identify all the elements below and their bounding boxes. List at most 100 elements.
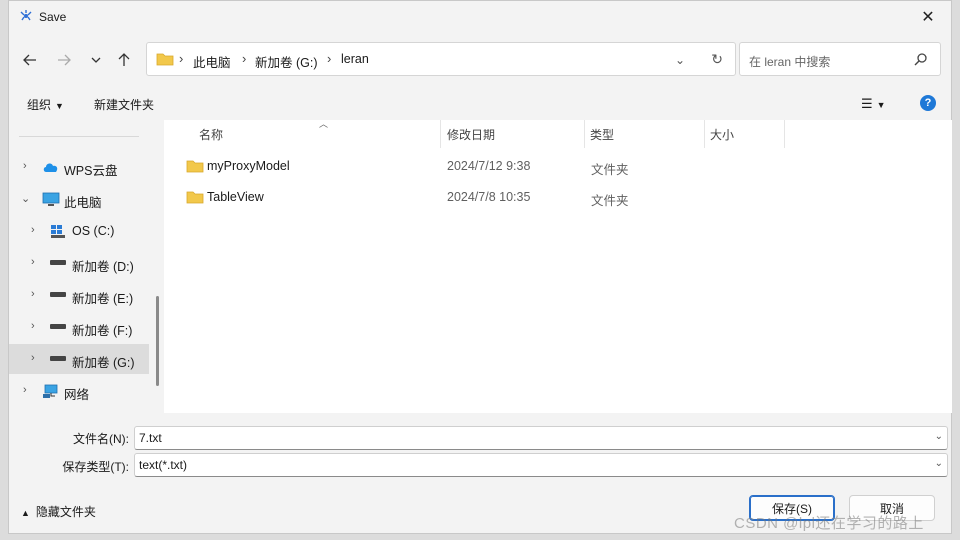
column-separator[interactable] [440,120,441,148]
arrow-left-icon [23,54,36,66]
forward-button[interactable] [51,47,77,73]
search-box[interactable]: 在 leran 中搜索 [739,42,941,76]
sort-ascending-icon: ︿ [319,119,329,129]
search-icon [914,53,927,66]
nav-item-network[interactable]: › 网络 [9,376,149,406]
nav-item-wps-cloud[interactable]: › WPS云盘 [9,152,149,182]
computer-icon [42,192,60,206]
new-folder-button[interactable]: 新建文件夹 [94,96,154,113]
folder-icon [186,160,204,173]
chevron-down-icon[interactable]: ⌄ [935,431,943,442]
filename-value[interactable]: 7.txt [139,431,162,445]
chevron-right-icon[interactable]: › [31,320,35,332]
app-icon [20,10,32,21]
wps-cloud-icon [43,163,58,172]
nav-label: OS (C:) [72,224,115,238]
filename-label: 文件名(N): [73,432,129,446]
caret-down-icon: ▼ [876,100,886,110]
close-icon: ✕ [921,9,935,26]
refresh-icon[interactable]: ↻ [711,51,723,68]
column-header-size[interactable]: 大小 [710,126,734,143]
breadcrumb-leran[interactable]: leran [341,52,369,66]
chevron-right-icon[interactable]: › [31,288,35,300]
chevron-right-icon[interactable]: › [31,352,35,364]
chevron-right-icon[interactable]: › [23,384,27,396]
chevron-right-icon: › [179,51,184,66]
file-modified: 2024/7/8 10:35 [447,190,531,204]
nav-label: 新加卷 (F:) [72,324,133,338]
chevron-down-icon[interactable]: ⌄ [935,458,943,469]
view-options-button[interactable]: ☰ ▼ [861,96,886,112]
chevron-down-icon [91,57,101,63]
windows-drive-icon [51,225,65,238]
organize-button[interactable]: 组织 ▼ [27,96,64,113]
hide-folders-toggle[interactable]: ▲ 隐藏文件夹 [21,503,96,520]
folder-icon [186,191,204,204]
nav-item-drive-e[interactable]: › 新加卷 (E:) [9,280,149,310]
nav-item-drive-f[interactable]: › 新加卷 (F:) [9,312,149,342]
watermark-text: CSDN @lpl还在学习的路上 [734,515,924,532]
arrow-up-icon [118,53,130,66]
nav-label: 新加卷 (E:) [72,292,134,306]
drive-icon [50,292,66,297]
address-bar[interactable]: › 此电脑 › 新加卷 (G:) › leran ⌄ ↻ [146,42,736,76]
file-name: myProxyModel [207,159,290,173]
breadcrumb-drive-g[interactable]: 新加卷 (G:) [255,52,318,71]
nav-label: 新加卷 (G:) [72,356,135,370]
up-button[interactable] [111,47,137,73]
nav-item-this-pc[interactable]: ⌄ 此电脑 [9,184,149,214]
column-header-name[interactable]: 名称 [199,126,223,143]
command-bar: 组织 ▼ 新建文件夹 ☰ ▼ [9,88,951,120]
table-row[interactable]: myProxyModel 2024/7/12 9:38 文件夹 [182,154,942,180]
chevron-right-icon[interactable]: › [31,224,35,236]
filetype-select[interactable]: text(*.txt) ⌄ [134,453,948,477]
back-button[interactable] [17,47,43,73]
chevron-right-icon[interactable]: › [23,160,27,172]
hide-folders-label: 隐藏文件夹 [35,505,96,519]
nav-item-drive-c[interactable]: › OS (C:) [9,216,149,246]
column-separator[interactable] [784,120,785,148]
folder-icon [156,53,174,66]
drive-icon [50,260,66,265]
chevron-right-icon[interactable]: › [31,256,35,268]
nav-scrollbar[interactable] [156,296,159,386]
column-header-modified[interactable]: 修改日期 [447,126,495,143]
help-icon[interactable]: ? [920,95,936,111]
column-separator[interactable] [704,120,705,148]
filename-field[interactable]: 7.txt ⌄ [134,426,948,450]
recent-locations-button[interactable] [83,47,109,73]
list-view-icon: ☰ [861,96,873,111]
file-name: TableView [207,190,264,204]
nav-item-drive-d[interactable]: › 新加卷 (D:) [9,248,149,278]
nav-label: 网络 [64,388,90,402]
close-button[interactable]: ✕ [905,1,951,33]
file-type: 文件夹 [591,163,629,177]
filetype-value: text(*.txt) [139,458,188,472]
nav-label: 此电脑 [64,196,102,210]
chevron-right-icon: › [327,51,332,66]
filetype-label: 保存类型(T): [62,460,129,474]
network-icon [43,384,58,398]
search-input[interactable]: 在 leran 中搜索 [749,53,830,70]
arrow-right-icon [58,54,71,66]
column-separator[interactable] [584,120,585,148]
file-modified: 2024/7/12 9:38 [447,159,531,173]
nav-label: 新加卷 (D:) [72,260,134,274]
table-row[interactable]: TableView 2024/7/8 10:35 文件夹 [182,185,942,211]
chevron-down-icon[interactable]: ⌄ [21,192,30,205]
window-title: Save [39,10,67,24]
title-bar: Save ✕ [9,1,951,33]
column-header-type[interactable]: 类型 [590,126,614,143]
file-list: ︿ 名称 修改日期 类型 大小 myProxyModel 2024/7/12 9… [164,119,952,413]
breadcrumb-this-pc[interactable]: 此电脑 [193,52,231,71]
file-type: 文件夹 [591,194,629,208]
chevron-right-icon: › [242,51,247,66]
drive-icon [50,356,66,361]
drive-icon [50,324,66,329]
caret-up-icon: ▲ [21,508,30,518]
nav-label: WPS云盘 [64,164,118,178]
navigation-pane: › WPS云盘 ⌄ 此电脑 › OS (C:) › 新加卷 (D:) › 新加卷… [9,120,157,413]
chevron-down-icon[interactable]: ⌄ [675,53,685,67]
divider [19,136,139,137]
nav-item-drive-g[interactable]: › 新加卷 (G:) [9,344,149,374]
